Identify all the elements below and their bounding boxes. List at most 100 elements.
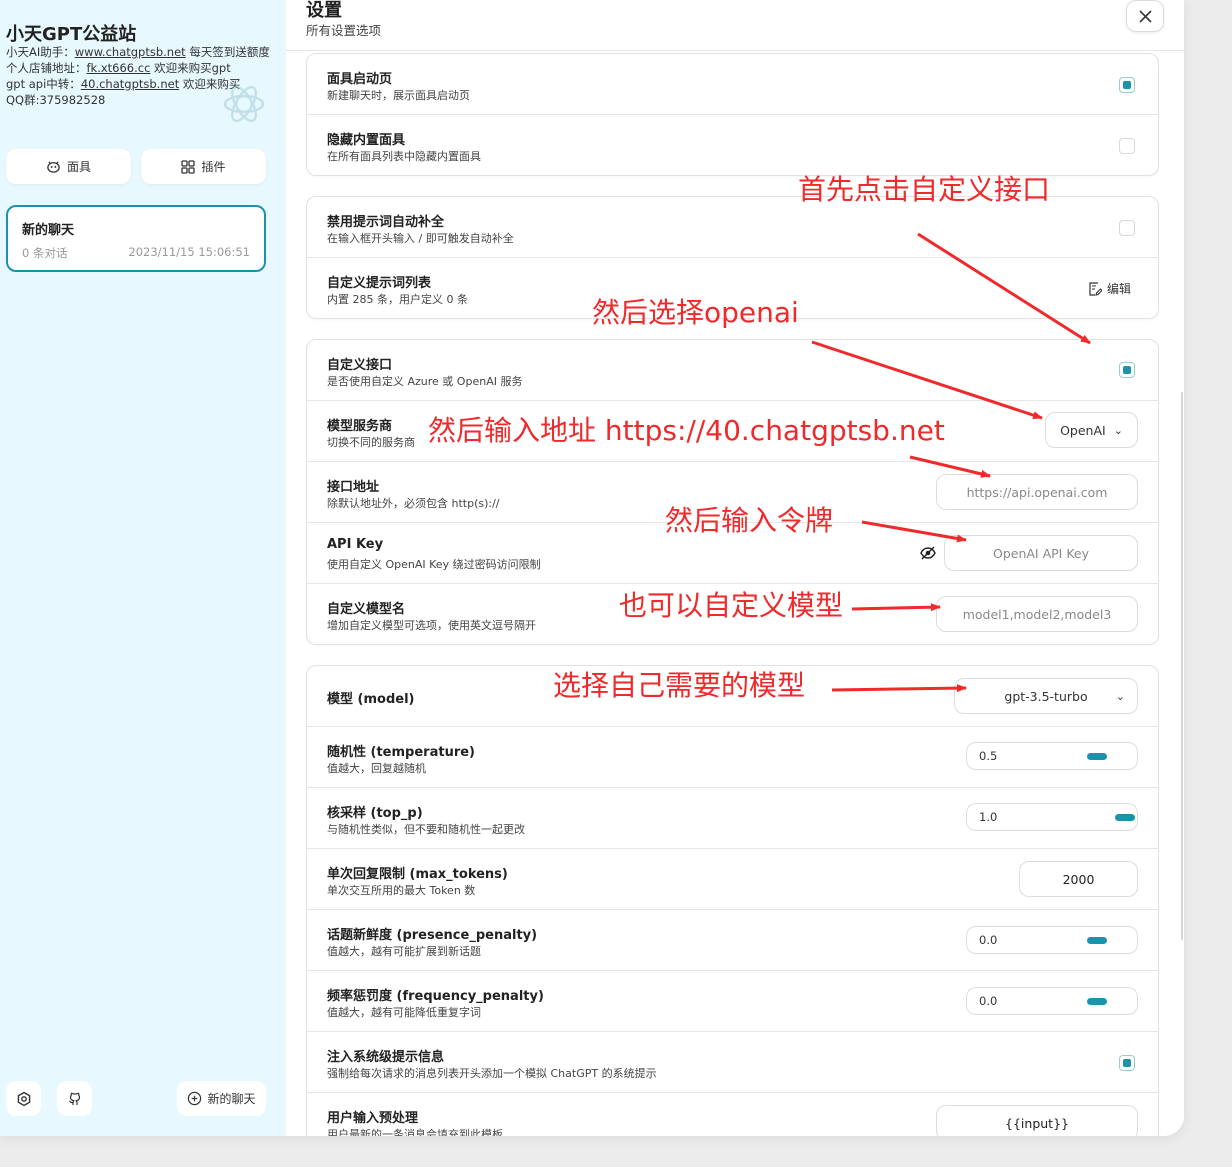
row-desc: 内置 285 条，用户定义 0 条 — [327, 293, 468, 306]
top-p-slider[interactable]: 1.0 — [966, 803, 1138, 831]
slider-value: 0.5 — [979, 749, 998, 763]
row-desc: 是否使用自定义 Azure 或 OpenAI 服务 — [327, 375, 523, 388]
row-title: 接口地址 — [327, 480, 380, 495]
row-desc: 增加自定义模型可选项，使用英文逗号隔开 — [327, 619, 536, 632]
new-chat-label: 新的聊天 — [207, 1092, 256, 1106]
row-title: 单次回复限制 (max_tokens) — [327, 867, 508, 882]
mask-button[interactable]: 面具 — [6, 149, 131, 184]
slider-value: 0.0 — [979, 994, 998, 1008]
custom-api-row: 自定义接口 是否使用自定义 Azure 或 OpenAI 服务 — [307, 340, 1158, 401]
assistant-link[interactable]: www.chatgptsb.net — [75, 45, 186, 59]
model-settings-group: 模型 (model) gpt-3.5-turbo ⌄ 随机性 (temperat… — [306, 665, 1159, 1136]
mask-launch-checkbox[interactable] — [1119, 77, 1135, 93]
settings-button[interactable] — [6, 1081, 41, 1116]
slider-thumb[interactable] — [1087, 753, 1107, 760]
slider-thumb[interactable] — [1115, 814, 1135, 821]
annotation-step3: 然后输入地址 https://40.chatgptsb.net — [428, 414, 945, 447]
max-tokens-row: 单次回复限制 (max_tokens) 单次交互所用的最大 Token 数 20… — [307, 849, 1158, 910]
add-circle-icon — [188, 1091, 202, 1106]
row-desc: 与随机性类似，但不要和随机性一起更改 — [327, 823, 525, 836]
github-icon — [68, 1092, 80, 1105]
annotation-step4: 然后输入令牌 — [665, 504, 834, 537]
chevron-down-icon: ⌄ — [1113, 423, 1123, 437]
disable-autocomplete-row: 禁用提示词自动补全 在输入框开头输入 / 即可触发自动补全 — [307, 197, 1158, 258]
row-desc: 除默认地址外，必须包含 http(s):// — [327, 497, 500, 510]
info-text: 欢迎来购买gpt — [150, 61, 231, 75]
info-label: 小天AI助手： — [6, 45, 75, 59]
row-title: API Key — [327, 537, 384, 552]
input-template-row: 用户输入预处理 用户最新的一条消息会填充到此模板 {{input}} — [307, 1093, 1158, 1136]
row-desc: 值越大，回复越随机 — [327, 762, 426, 775]
max-tokens-input[interactable]: 2000 — [1019, 861, 1138, 897]
plugin-button-label: 插件 — [201, 160, 226, 174]
chat-list-item[interactable]: 新的聊天 0 条对话 2023/11/15 15:06:51 — [6, 205, 266, 272]
info-label: gpt api中转： — [6, 77, 81, 91]
row-desc: 切换不同的服务商 — [327, 436, 415, 449]
settings-title: 设置 — [306, 0, 342, 21]
app-window: 小天GPT公益站 小天AI助手：www.chatgptsb.net 每天签到送额… — [0, 0, 1184, 1136]
model-value: gpt-3.5-turbo — [1004, 688, 1088, 704]
inject-system-checkbox[interactable] — [1119, 1055, 1135, 1071]
slider-thumb[interactable] — [1087, 937, 1107, 944]
custom-models-input[interactable]: model1,model2,model3 — [936, 596, 1138, 632]
slider-thumb[interactable] — [1087, 998, 1107, 1005]
frequency-penalty-slider[interactable]: 0.0 — [966, 987, 1138, 1015]
edit-icon — [1089, 281, 1102, 296]
temperature-row: 随机性 (temperature) 值越大，回复越随机 0.5 — [307, 727, 1158, 788]
hide-builtin-mask-row: 隐藏内置面具 在所有面具列表中隐藏内置面具 — [307, 115, 1158, 175]
disable-autocomplete-checkbox[interactable] — [1119, 220, 1135, 236]
close-button[interactable] — [1126, 0, 1164, 32]
site-title: 小天GPT公益站 — [6, 24, 137, 45]
endpoint-input[interactable]: https://api.openai.com — [936, 474, 1138, 510]
provider-select[interactable]: OpenAI ⌄ — [1045, 412, 1138, 448]
settings-icon — [17, 1091, 30, 1106]
row-title: 自定义接口 — [327, 358, 393, 373]
github-button[interactable] — [57, 1081, 92, 1116]
plugin-button[interactable]: 插件 — [141, 149, 266, 184]
row-title: 禁用提示词自动补全 — [327, 215, 445, 230]
header-divider — [286, 50, 1184, 51]
presence-penalty-row: 话题新鲜度 (presence_penalty) 值越大，越有可能扩展到新话题 … — [307, 910, 1158, 971]
temperature-slider[interactable]: 0.5 — [966, 742, 1138, 770]
row-title: 核采样 (top_p) — [327, 806, 423, 821]
input-template-field[interactable]: {{input}} — [936, 1105, 1138, 1136]
row-title: 隐藏内置面具 — [327, 133, 406, 148]
close-icon — [1138, 9, 1152, 23]
frequency-penalty-row: 频率惩罚度 (frequency_penalty) 值越大，越有可能降低重复字词… — [307, 971, 1158, 1032]
top-p-row: 核采样 (top_p) 与随机性类似，但不要和随机性一起更改 1.0 — [307, 788, 1158, 849]
row-desc: 强制给每次请求的消息列表开头添加一个模拟 ChatGPT 的系统提示 — [327, 1067, 657, 1080]
row-title: 模型 (model) — [327, 692, 415, 707]
row-title: 用户输入预处理 — [327, 1111, 419, 1126]
row-title: 话题新鲜度 (presence_penalty) — [327, 928, 538, 943]
shop-link[interactable]: fk.xt666.cc — [87, 61, 151, 75]
custom-api-checkbox[interactable] — [1119, 362, 1135, 378]
inject-system-row: 注入系统级提示信息 强制给每次请求的消息列表开头添加一个模拟 ChatGPT 的… — [307, 1032, 1158, 1093]
row-desc: 单次交互所用的最大 Token 数 — [327, 884, 476, 897]
row-desc: 使用自定义 OpenAI Key 绕过密码访问限制 — [327, 558, 541, 571]
row-title: 频率惩罚度 (frequency_penalty) — [327, 989, 544, 1004]
settings-subtitle: 所有设置选项 — [306, 23, 382, 38]
row-title: 自定义提示词列表 — [327, 276, 432, 291]
info-text: 每天签到送额度 — [185, 45, 270, 59]
row-title: 注入系统级提示信息 — [327, 1050, 445, 1065]
row-title: 自定义模型名 — [327, 602, 406, 617]
row-title: 模型服务商 — [327, 419, 393, 434]
eye-hidden-icon[interactable] — [920, 546, 936, 560]
info-label: 个人店铺地址： — [6, 61, 87, 75]
api-relay-link[interactable]: 40.chatgptsb.net — [81, 77, 179, 91]
scrollbar[interactable] — [1181, 392, 1183, 940]
new-chat-button[interactable]: 新的聊天 — [177, 1081, 266, 1116]
api-key-input[interactable]: OpenAI API Key — [944, 535, 1138, 571]
row-desc: 在所有面具列表中隐藏内置面具 — [327, 150, 481, 163]
edit-prompts-button[interactable]: 编辑 — [1088, 280, 1131, 297]
mask-button-label: 面具 — [66, 160, 91, 174]
model-select[interactable]: gpt-3.5-turbo ⌄ — [954, 678, 1138, 714]
hide-builtin-mask-checkbox[interactable] — [1119, 138, 1135, 154]
presence-penalty-slider[interactable]: 0.0 — [966, 926, 1138, 954]
mask-settings-group: 面具启动页 新建聊天时，展示面具启动页 隐藏内置面具 在所有面具列表中隐藏内置面… — [306, 53, 1159, 176]
slider-value: 0.0 — [979, 933, 998, 947]
chat-message-count: 0 条对话 — [22, 246, 68, 260]
plugin-grid-icon — [181, 159, 196, 174]
settings-panel: 设置 所有设置选项 面具启动页 新建聊天时，展示面具启动页 隐藏内置面具 在所有… — [286, 0, 1184, 1136]
row-title: 随机性 (temperature) — [327, 745, 475, 760]
